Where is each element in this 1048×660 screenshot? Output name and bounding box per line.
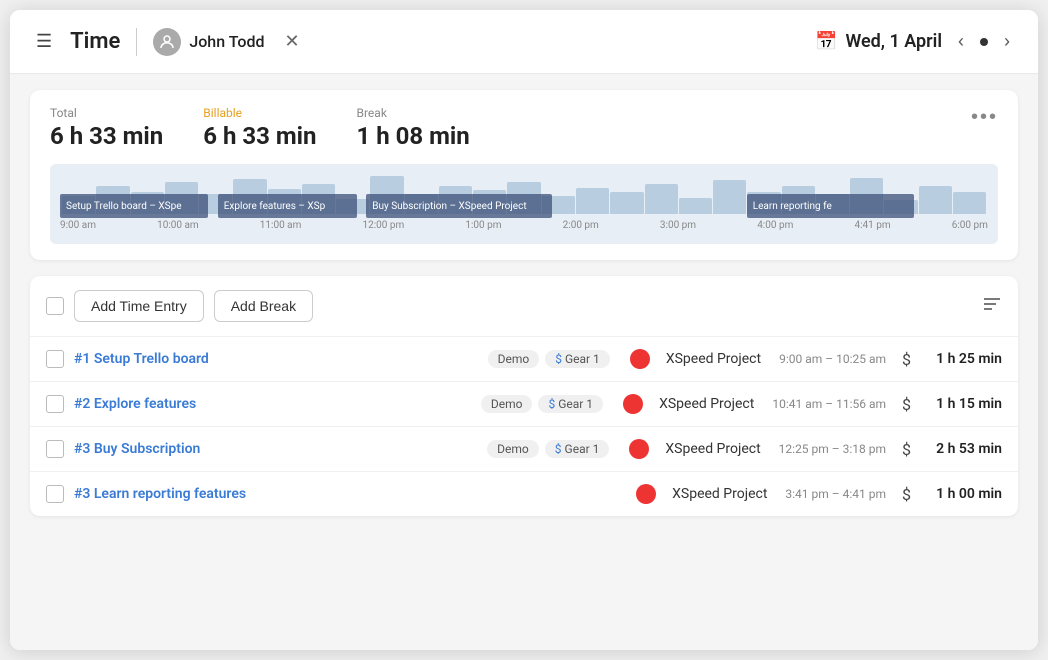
app-title: Time bbox=[70, 29, 120, 54]
header-left: ☰ Time John Todd ✕ bbox=[30, 25, 815, 58]
time-tick: 10:00 am bbox=[157, 220, 199, 231]
table-row: #3 Learn reporting features XSpeed Proje… bbox=[30, 472, 1018, 516]
timeline-event-4: Learn reporting fe bbox=[747, 194, 914, 218]
entry-number[interactable]: #2 Explore features bbox=[74, 396, 196, 412]
header: ☰ Time John Todd ✕ 📅 Wed, 1 April ‹ › bbox=[10, 10, 1038, 74]
time-tick: 11:00 am bbox=[260, 220, 302, 231]
project-name: XSpeed Project bbox=[665, 441, 760, 457]
summary-row: Total 6 h 33 min Billable 6 h 33 min Bre… bbox=[50, 106, 998, 164]
user-area: John Todd bbox=[153, 28, 264, 56]
entry-number[interactable]: #1 Setup Trello board bbox=[74, 351, 209, 367]
total-value: 6 h 33 min bbox=[50, 122, 163, 150]
gear-tag[interactable]: $ Gear 1 bbox=[545, 350, 610, 368]
break-value: 1 h 08 min bbox=[357, 122, 470, 150]
add-time-entry-button[interactable]: Add Time Entry bbox=[74, 290, 204, 322]
time-tick: 6:00 pm bbox=[952, 220, 988, 231]
close-user-button[interactable]: ✕ bbox=[276, 27, 307, 56]
select-all-checkbox[interactable] bbox=[46, 297, 64, 315]
billable-icon: $ bbox=[902, 350, 911, 369]
summary-stats: Total 6 h 33 min Billable 6 h 33 min Bre… bbox=[50, 106, 470, 150]
app-window: ☰ Time John Todd ✕ 📅 Wed, 1 April ‹ › bbox=[10, 10, 1038, 650]
time-range: 9:00 am – 10:25 am bbox=[779, 352, 886, 366]
gear-tag[interactable]: $ Gear 1 bbox=[545, 440, 610, 458]
project-dot bbox=[636, 484, 656, 504]
demo-tag[interactable]: Demo bbox=[488, 350, 540, 368]
gear-tag[interactable]: $ Gear 1 bbox=[538, 395, 603, 413]
entry-number[interactable]: #3 Buy Subscription bbox=[74, 441, 200, 457]
timeline-events: Setup Trello board – XSpe Explore featur… bbox=[60, 186, 988, 214]
time-range: 12:25 pm – 3:18 pm bbox=[779, 442, 886, 456]
billable-label: Billable bbox=[203, 106, 316, 120]
timeline-container: Setup Trello board – XSpe Explore featur… bbox=[50, 164, 998, 244]
time-range: 10:41 am – 11:56 am bbox=[772, 397, 886, 411]
prev-day-button[interactable]: ‹ bbox=[950, 27, 972, 56]
project-dot bbox=[623, 394, 643, 414]
timeline-event-2: Explore features – XSp bbox=[218, 194, 357, 218]
table-row: #1 Setup Trello board Demo $ Gear 1 XSpe… bbox=[30, 337, 1018, 382]
header-right: 📅 Wed, 1 April ‹ › bbox=[815, 27, 1018, 56]
timeline-event-1: Setup Trello board – XSpe bbox=[60, 194, 208, 218]
project-dot bbox=[629, 439, 649, 459]
entry-checkbox-1[interactable] bbox=[46, 350, 64, 368]
table-row: #3 Buy Subscription Demo $ Gear 1 XSpeed… bbox=[30, 427, 1018, 472]
entry-checkbox-2[interactable] bbox=[46, 395, 64, 413]
project-name: XSpeed Project bbox=[672, 486, 767, 502]
sort-button[interactable] bbox=[982, 296, 1002, 317]
entry-checkbox-4[interactable] bbox=[46, 485, 64, 503]
time-tick: 3:00 pm bbox=[660, 220, 696, 231]
time-tick: 4:00 pm bbox=[757, 220, 793, 231]
break-label: Break bbox=[357, 106, 470, 120]
entry-tags: Demo $ Gear 1 bbox=[487, 440, 609, 458]
more-options-button[interactable]: ••• bbox=[971, 106, 998, 129]
time-range: 3:41 pm – 4:41 pm bbox=[785, 487, 886, 501]
time-tick: 12:00 pm bbox=[363, 220, 405, 231]
entry-checkbox-3[interactable] bbox=[46, 440, 64, 458]
next-day-button[interactable]: › bbox=[996, 27, 1018, 56]
date-label: Wed, 1 April bbox=[845, 31, 942, 52]
time-axis: 9:00 am 10:00 am 11:00 am 12:00 pm 1:00 … bbox=[60, 220, 988, 231]
header-divider bbox=[136, 28, 137, 56]
billable-stat: Billable 6 h 33 min bbox=[203, 106, 316, 150]
project-name: XSpeed Project bbox=[666, 351, 761, 367]
demo-tag[interactable]: Demo bbox=[487, 440, 539, 458]
time-tick: 1:00 pm bbox=[465, 220, 501, 231]
menu-button[interactable]: ☰ bbox=[30, 25, 58, 58]
table-row: #2 Explore features Demo $ Gear 1 XSpeed… bbox=[30, 382, 1018, 427]
summary-card: Total 6 h 33 min Billable 6 h 33 min Bre… bbox=[30, 90, 1018, 260]
entry-tags: Demo $ Gear 1 bbox=[488, 350, 610, 368]
add-break-button[interactable]: Add Break bbox=[214, 290, 313, 322]
entry-duration: 1 h 00 min bbox=[927, 486, 1002, 502]
break-stat: Break 1 h 08 min bbox=[357, 106, 470, 150]
avatar bbox=[153, 28, 181, 56]
entries-toolbar: Add Time Entry Add Break bbox=[30, 276, 1018, 337]
entry-tags: Demo $ Gear 1 bbox=[481, 395, 603, 413]
entry-duration: 2 h 53 min bbox=[927, 441, 1002, 457]
entry-duration: 1 h 25 min bbox=[927, 351, 1002, 367]
timeline-event-3: Buy Subscription – XSpeed Project bbox=[366, 194, 552, 218]
time-tick: 9:00 am bbox=[60, 220, 96, 231]
time-tick: 2:00 pm bbox=[563, 220, 599, 231]
calendar-icon: 📅 bbox=[815, 31, 837, 52]
entry-number[interactable]: #3 Learn reporting features bbox=[74, 486, 246, 502]
billable-icon: $ bbox=[902, 440, 911, 459]
billable-value: 6 h 33 min bbox=[203, 122, 316, 150]
main-content: Total 6 h 33 min Billable 6 h 33 min Bre… bbox=[10, 74, 1038, 650]
entries-card: Add Time Entry Add Break #1 Setup Trello… bbox=[30, 276, 1018, 516]
time-tick: 4:41 pm bbox=[854, 220, 890, 231]
total-stat: Total 6 h 33 min bbox=[50, 106, 163, 150]
billable-icon: $ bbox=[902, 395, 911, 414]
project-dot bbox=[630, 349, 650, 369]
user-name: John Todd bbox=[189, 32, 264, 51]
today-dot[interactable] bbox=[980, 38, 988, 46]
total-label: Total bbox=[50, 106, 163, 120]
entry-duration: 1 h 15 min bbox=[927, 396, 1002, 412]
demo-tag[interactable]: Demo bbox=[481, 395, 533, 413]
billable-icon: $ bbox=[902, 485, 911, 504]
project-name: XSpeed Project bbox=[659, 396, 754, 412]
